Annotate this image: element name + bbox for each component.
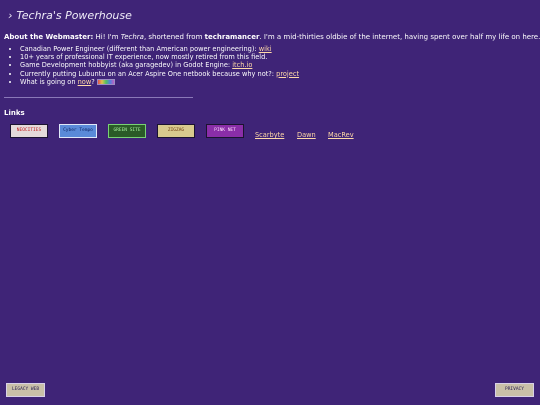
list-item: Currently putting Lubuntu on an Acer Asp… bbox=[20, 70, 540, 78]
link-badge-green[interactable]: GREEN SITE bbox=[108, 124, 146, 138]
link-badge-purple[interactable]: PINK NET bbox=[206, 124, 244, 138]
about-paragraph: About the Webmaster: Hi! I'm Techra, sho… bbox=[4, 33, 540, 42]
about-label: About the Webmaster: bbox=[4, 33, 94, 41]
about-text-1: Hi! I'm bbox=[93, 33, 121, 41]
wiki-link[interactable]: wiki bbox=[259, 45, 272, 53]
links-heading: Links bbox=[4, 109, 25, 117]
chevron-icon: › bbox=[8, 9, 13, 22]
list-item: 10+ years of professional IT experience,… bbox=[20, 53, 540, 61]
list-item: Canadian Power Engineer (different than … bbox=[20, 45, 540, 53]
link-badge-red[interactable]: NEOCITIES bbox=[10, 124, 48, 138]
list-item: What is going on now? bbox=[20, 78, 540, 86]
about-text-3: . I'm a mid-thirties oldbie of the inter… bbox=[259, 33, 540, 41]
link-badge-blue[interactable]: Cyber Tempo bbox=[59, 124, 97, 138]
list-item: Game Development hobbyist (aka garagedev… bbox=[20, 61, 540, 69]
site-title: Techra's Powerhouse bbox=[16, 9, 132, 22]
dawn-link[interactable]: Dawn bbox=[297, 131, 316, 139]
page-title: › Techra's Powerhouse bbox=[8, 9, 132, 22]
divider bbox=[4, 97, 193, 98]
about-list: Canadian Power Engineer (different than … bbox=[8, 45, 540, 86]
now-badge-icon bbox=[96, 78, 115, 85]
project-link[interactable]: project bbox=[276, 70, 299, 78]
macrev-link[interactable]: MacRev bbox=[328, 131, 354, 139]
about-handle: techramancer bbox=[204, 33, 260, 41]
link-badge-cream[interactable]: ZIGZAG bbox=[157, 124, 195, 138]
now-link[interactable]: now bbox=[78, 78, 92, 86]
about-text-2: , shortened from bbox=[143, 33, 205, 41]
footer-badge-left[interactable]: LEGACY WEB bbox=[6, 383, 45, 397]
footer-badge-right[interactable]: PRIVACY bbox=[495, 383, 534, 397]
itchio-link[interactable]: itch.io bbox=[232, 61, 252, 69]
about-name: Techra bbox=[120, 33, 144, 41]
scarbyte-link[interactable]: Scarbyte bbox=[255, 131, 284, 139]
